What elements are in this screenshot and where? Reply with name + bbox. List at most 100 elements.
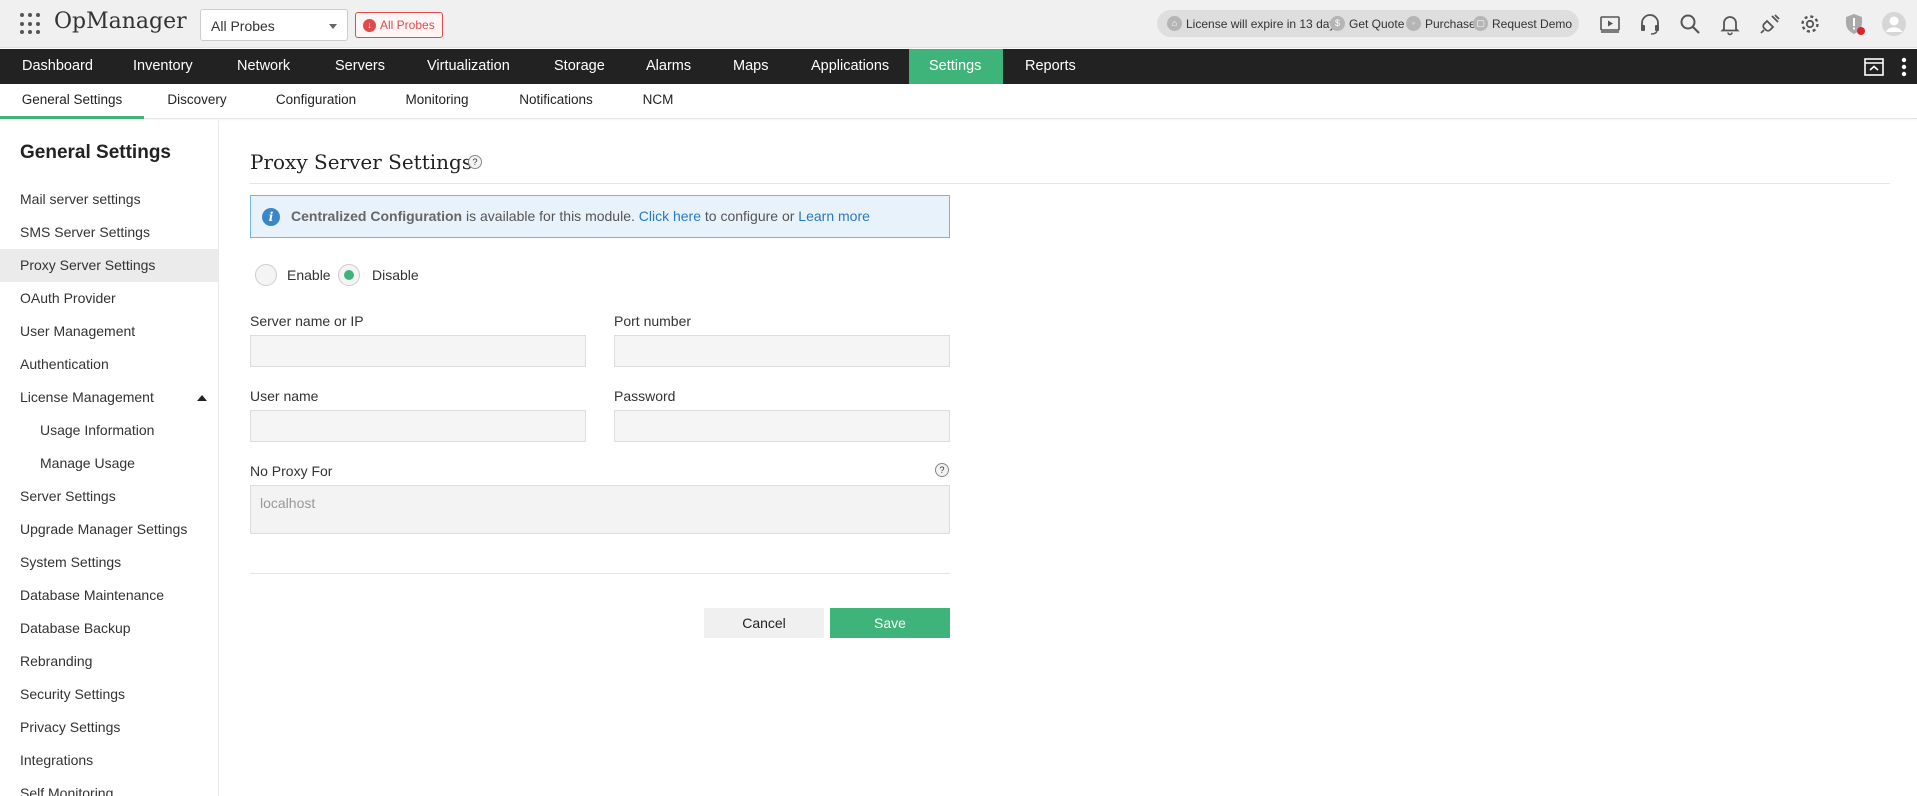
- sidebar-item-authentication[interactable]: Authentication: [0, 348, 218, 381]
- disable-radio-label[interactable]: Disable: [372, 267, 419, 283]
- sidebar-item-upgrade-manager[interactable]: Upgrade Manager Settings: [0, 513, 218, 546]
- all-probes-badge[interactable]: ↓ All Probes: [355, 12, 443, 38]
- sidebar-item-database-maintenance[interactable]: Database Maintenance: [0, 579, 218, 612]
- license-pill: ⌂ License will expire in 13 days $ Get Q…: [1157, 10, 1579, 37]
- banner-text-2: to configure or: [701, 208, 799, 224]
- enable-radio[interactable]: [255, 264, 277, 286]
- nav-network[interactable]: Network: [215, 49, 312, 84]
- sidebar-item-system-settings[interactable]: System Settings: [0, 546, 218, 579]
- sidebar-item-mail-server[interactable]: Mail server settings: [0, 183, 218, 216]
- subtab-notifications[interactable]: Notifications: [505, 84, 607, 119]
- info-icon: i: [262, 208, 280, 226]
- purchase-link[interactable]: ◦ Purchase: [1406, 16, 1476, 31]
- search-icon[interactable]: [1678, 12, 1702, 36]
- port-number-input[interactable]: [614, 335, 950, 367]
- sidebar-item-database-backup[interactable]: Database Backup: [0, 612, 218, 645]
- subtab-discovery[interactable]: Discovery: [144, 84, 250, 119]
- sidebar-item-proxy-server[interactable]: Proxy Server Settings: [0, 249, 218, 282]
- security-shield-icon[interactable]: [1842, 12, 1866, 36]
- sidebar-item-privacy-settings[interactable]: Privacy Settings: [0, 711, 218, 744]
- nav-alarms[interactable]: Alarms: [624, 49, 713, 84]
- password-label: Password: [614, 388, 676, 404]
- sidebar-item-oauth-provider[interactable]: OAuth Provider: [0, 282, 218, 315]
- nav-reports[interactable]: Reports: [1003, 49, 1098, 84]
- server-name-input[interactable]: [250, 335, 586, 367]
- more-vertical-icon[interactable]: [1901, 57, 1907, 80]
- cart-icon: ◦: [1406, 16, 1421, 31]
- server-name-label: Server name or IP: [250, 313, 364, 329]
- request-demo-label: Request Demo: [1492, 16, 1573, 31]
- sidebar-item-security-settings[interactable]: Security Settings: [0, 678, 218, 711]
- sidebar-item-rebranding[interactable]: Rebranding: [0, 645, 218, 678]
- get-quote-link[interactable]: $ Get Quote: [1330, 16, 1404, 31]
- subtab-monitoring[interactable]: Monitoring: [387, 84, 487, 119]
- license-expiry-text: License will expire in 13 days: [1186, 16, 1342, 31]
- click-here-link[interactable]: Click here: [639, 208, 701, 224]
- sidebar-item-self-monitoring[interactable]: Self Monitoring: [0, 777, 218, 796]
- plug-icon[interactable]: [1758, 12, 1782, 36]
- form-divider: [250, 573, 950, 574]
- learn-more-link[interactable]: Learn more: [798, 208, 870, 224]
- gear-icon[interactable]: [1798, 12, 1822, 36]
- enable-radio-label[interactable]: Enable: [287, 267, 331, 283]
- probe-select[interactable]: All Probes: [200, 9, 348, 41]
- nav-dashboard[interactable]: Dashboard: [0, 49, 115, 84]
- subtab-configuration[interactable]: Configuration: [262, 84, 370, 119]
- page-title: Proxy Server Settings: [250, 150, 473, 174]
- chevron-down-icon: [329, 24, 337, 29]
- purchase-label: Purchase: [1425, 16, 1476, 31]
- port-number-label: Port number: [614, 313, 692, 329]
- user-name-label: User name: [250, 388, 319, 404]
- user-name-input[interactable]: [250, 410, 586, 442]
- headset-icon[interactable]: [1638, 12, 1662, 36]
- video-icon[interactable]: [1598, 12, 1622, 36]
- sidebar-item-server-settings[interactable]: Server Settings: [0, 480, 218, 513]
- nav-servers[interactable]: Servers: [313, 49, 407, 84]
- sidebar-item-manage-usage[interactable]: Manage Usage: [0, 447, 218, 480]
- sub-nav: General Settings Discovery Configuration…: [0, 84, 1917, 119]
- get-quote-label: Get Quote: [1349, 16, 1405, 31]
- sidebar-item-integrations[interactable]: Integrations: [0, 744, 218, 777]
- nav-inventory[interactable]: Inventory: [111, 49, 215, 84]
- main-nav: Dashboard Inventory Network Servers Virt…: [0, 49, 1917, 84]
- cancel-button[interactable]: Cancel: [704, 608, 824, 638]
- nav-storage[interactable]: Storage: [532, 49, 627, 84]
- banner-text-1: is available for this module.: [462, 208, 639, 224]
- no-proxy-for-label: No Proxy For: [250, 463, 333, 479]
- dollar-icon: $: [1330, 16, 1345, 31]
- license-expiry[interactable]: ⌂ License will expire in 13 days: [1167, 16, 1341, 31]
- centralized-config-banner: i Centralized Configuration is available…: [250, 195, 950, 238]
- sidebar-item-sms-server[interactable]: SMS Server Settings: [0, 216, 218, 249]
- license-icon: ⌂: [1167, 16, 1182, 31]
- arrow-down-icon: ↓: [363, 19, 376, 32]
- sidebar-item-user-management[interactable]: User Management: [0, 315, 218, 348]
- window-icon[interactable]: [1864, 58, 1884, 79]
- subtab-general-settings[interactable]: General Settings: [0, 84, 144, 119]
- sidebar-item-usage-information[interactable]: Usage Information: [0, 414, 218, 447]
- subtab-ncm[interactable]: NCM: [627, 84, 689, 119]
- nav-applications[interactable]: Applications: [789, 49, 911, 84]
- save-button[interactable]: Save: [830, 608, 950, 638]
- chevron-up-icon: [197, 395, 207, 401]
- apps-grid-icon[interactable]: [20, 13, 42, 35]
- top-bar: OpManager All Probes ↓ All Probes ⌂ Lice…: [0, 0, 1917, 48]
- no-proxy-for-input[interactable]: localhost: [250, 485, 950, 534]
- password-input[interactable]: [614, 410, 950, 442]
- no-proxy-help-icon[interactable]: ?: [935, 463, 949, 477]
- help-icon[interactable]: ?: [468, 155, 482, 169]
- nav-maps[interactable]: Maps: [711, 49, 790, 84]
- sidebar-item-license-label: License Management: [20, 389, 154, 405]
- app-logo: OpManager: [54, 9, 187, 34]
- bell-icon[interactable]: [1718, 12, 1742, 36]
- banner-bold-text: Centralized Configuration: [291, 208, 463, 224]
- all-probes-badge-label: All Probes: [380, 18, 435, 32]
- request-demo-link[interactable]: ▢ Request Demo: [1473, 16, 1572, 31]
- sidebar-item-license-management[interactable]: License Management: [0, 381, 218, 414]
- disable-radio[interactable]: [338, 264, 360, 286]
- nav-virtualization[interactable]: Virtualization: [405, 49, 532, 84]
- nav-settings[interactable]: Settings: [909, 49, 1003, 84]
- avatar[interactable]: [1882, 12, 1906, 36]
- sidebar: General Settings Mail server settings SM…: [0, 120, 219, 796]
- title-divider: [250, 183, 1890, 184]
- probe-select-value: All Probes: [211, 18, 275, 34]
